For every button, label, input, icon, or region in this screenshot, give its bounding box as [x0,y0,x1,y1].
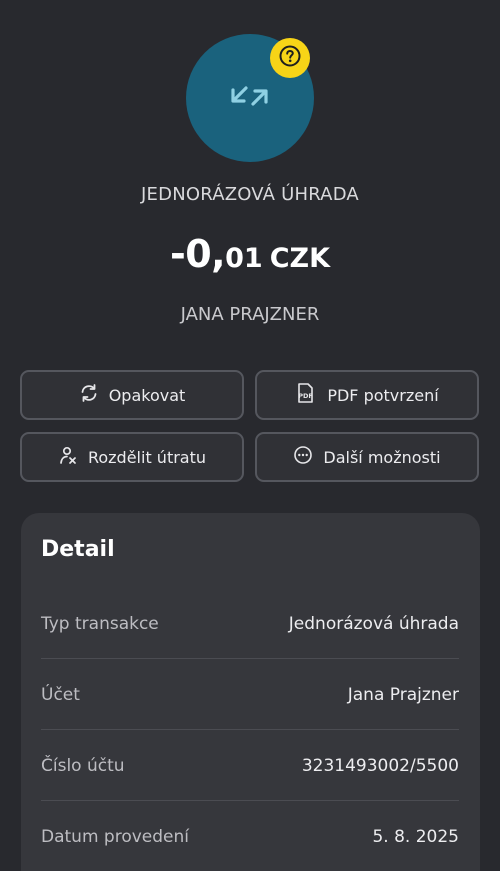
pdf-button-label: PDF potvrzení [327,385,439,405]
detail-row: Účet Jana Prajzner [41,659,459,730]
more-dots-icon [293,445,323,469]
pdf-confirmation-button[interactable]: PDF PDF potvrzení [255,370,479,420]
detail-value: Jednorázová úhrada [288,613,459,634]
more-button-label: Další možnosti [323,447,441,467]
more-options-button[interactable]: Další možnosti [255,432,479,482]
detail-label: Účet [41,684,80,705]
split-button-label: Rozdělit útratu [87,447,207,467]
repeat-button[interactable]: Opakovat [20,370,244,420]
transaction-detail-screen: JEDNORÁZOVÁ ÚHRADA -0,01 CZK JANA PRAJZNE… [0,0,500,871]
detail-value: Jana Prajzner [347,684,459,705]
detail-value: 5. 8. 2025 [372,826,459,847]
detail-row: Datum provedení 5. 8. 2025 [41,801,459,871]
refresh-icon [79,383,109,407]
detail-label: Typ transakce [41,613,159,634]
detail-card: Detail Typ transakce Jednorázová úhrada … [21,513,480,871]
detail-row: Typ transakce Jednorázová úhrada [41,588,459,659]
amount-currency: CZK [269,243,331,274]
detail-label: Datum provedení [41,826,189,847]
transfer-arrows-icon [227,76,273,120]
question-icon [278,44,302,72]
svg-text:PDF: PDF [299,392,314,400]
split-person-icon [58,445,88,469]
amount-major: -0, [169,232,226,276]
detail-row: Číslo účtu 3231493002/5500 [41,730,459,801]
split-expense-button[interactable]: Rozdělit útratu [20,432,244,482]
detail-value: 3231493002/5500 [301,755,459,776]
amount-minor: 01 [225,243,263,274]
transaction-type: JEDNORÁZOVÁ ÚHRADA [141,184,359,205]
payee-name: JANA PRAJZNER [180,304,320,325]
detail-label: Číslo účtu [41,755,125,776]
detail-title: Detail [41,537,115,562]
transaction-avatar [186,34,314,162]
transaction-amount: -0,01 CZK [0,232,500,276]
pdf-icon: PDF [295,382,327,408]
repeat-button-label: Opakovat [108,385,186,405]
info-badge[interactable] [270,38,310,78]
